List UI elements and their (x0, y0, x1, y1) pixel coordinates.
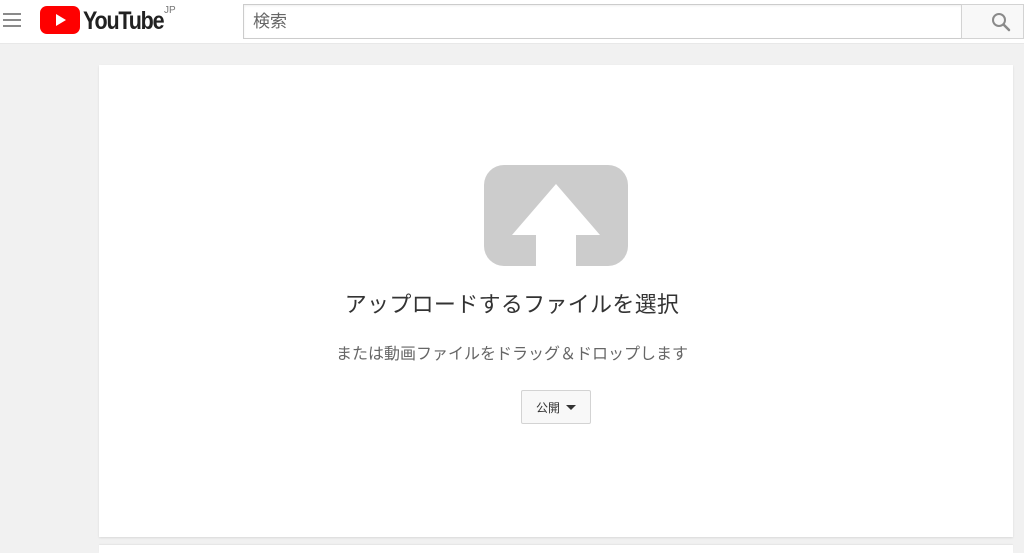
next-card-edge (99, 545, 1013, 553)
upload-arrow-icon (484, 165, 628, 266)
logo-wordmark: YouTube (83, 7, 165, 35)
masthead: YouTube JP (0, 0, 1024, 44)
search-input[interactable] (244, 5, 962, 38)
hamburger-menu-icon[interactable] (3, 13, 21, 29)
privacy-label: 公開 (535, 400, 560, 415)
magnifier-icon (992, 13, 1011, 32)
search-button[interactable] (961, 4, 1024, 39)
region-label: JP (164, 5, 176, 16)
privacy-dropdown[interactable]: 公開 (521, 390, 591, 424)
upload-subtitle: または動画ファイルをドラッグ＆ドロップします (335, 344, 688, 363)
upload-file-button[interactable] (484, 165, 628, 266)
caret-down-icon (566, 404, 576, 410)
search-box (243, 4, 962, 39)
youtube-logo[interactable]: YouTube (40, 6, 176, 36)
upload-title: アップロードするファイルを選択 (344, 293, 680, 318)
youtube-play-icon (40, 6, 80, 34)
